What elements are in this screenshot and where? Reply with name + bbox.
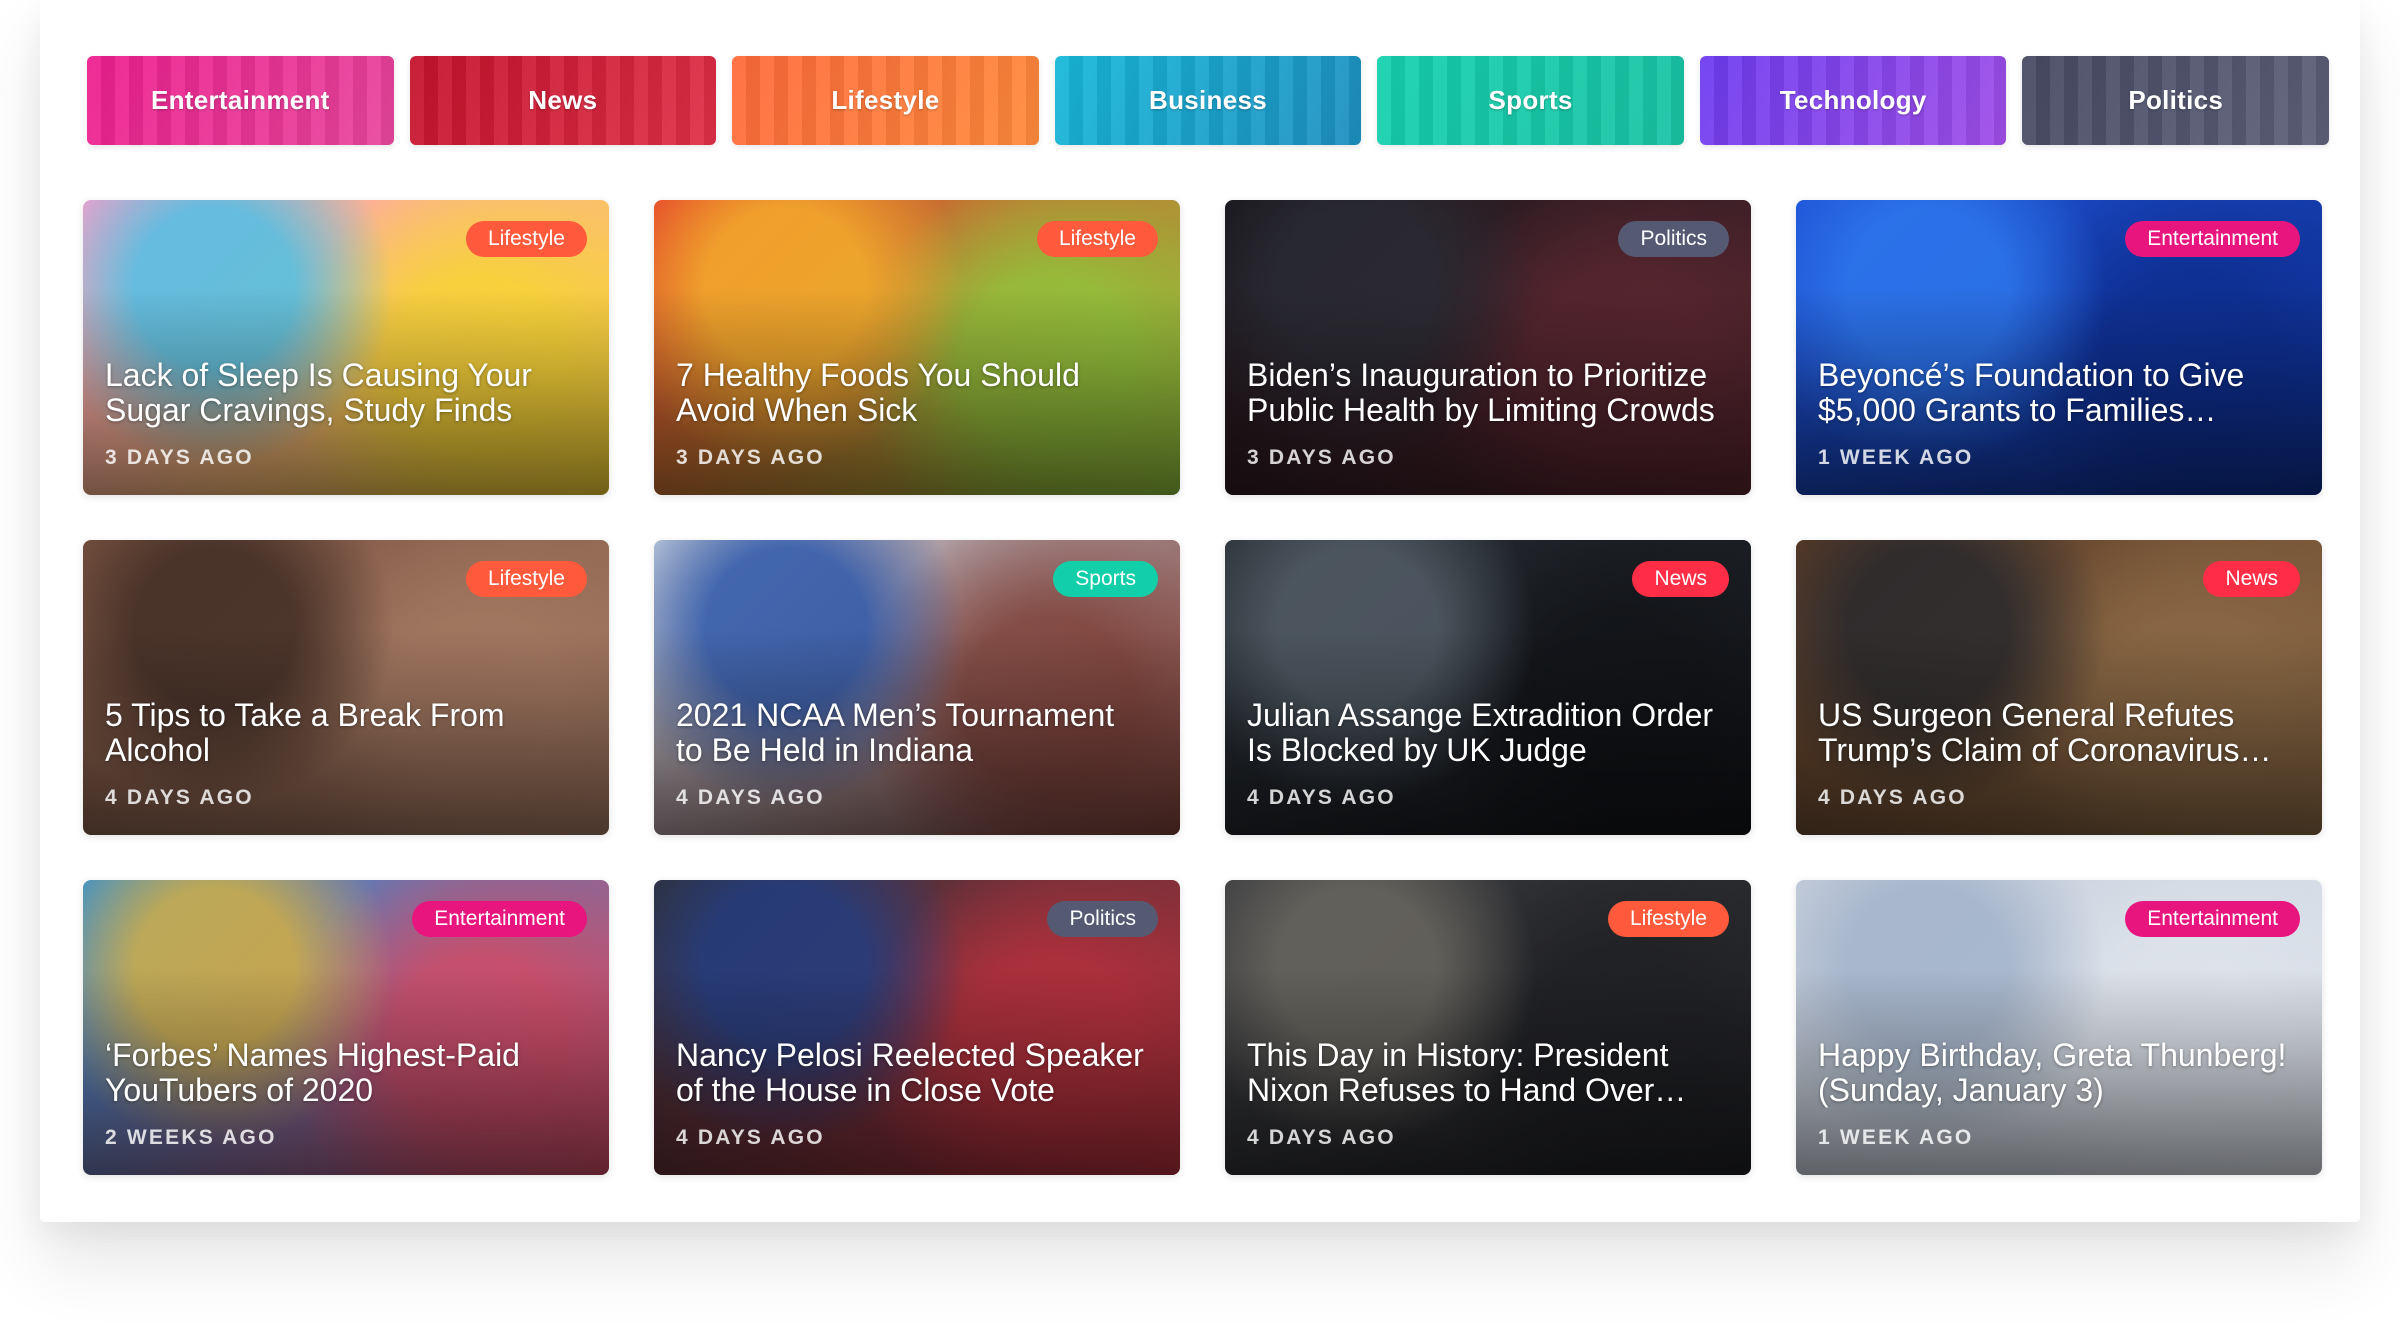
article-timestamp: 4 DAYS AGO — [1247, 1126, 1396, 1149]
article-timestamp: 3 DAYS AGO — [676, 446, 825, 469]
category-label: Business — [1149, 85, 1268, 115]
article-card[interactable]: Lifestyle Lack of Sleep Is Causing Your … — [83, 200, 609, 495]
article-title[interactable]: ‘Forbes’ Names Highest-Paid YouTubers of… — [105, 1038, 575, 1108]
article-title[interactable]: 2021 NCAA Men’s Tournament to Be Held in… — [676, 698, 1146, 768]
article-card[interactable]: Entertainment Happy Birthday, Greta Thun… — [1796, 880, 2322, 1175]
category-tag[interactable]: Lifestyle — [1036, 221, 1158, 257]
article-timestamp: 4 DAYS AGO — [105, 786, 254, 809]
article-timestamp: 1 WEEK AGO — [1818, 1126, 1974, 1149]
category-entertainment[interactable]: Entertainment — [87, 56, 394, 145]
article-card[interactable]: Entertainment Beyoncé’s Foundation to Gi… — [1796, 200, 2322, 495]
article-title[interactable]: Lack of Sleep Is Causing Your Sugar Crav… — [105, 358, 575, 428]
category-tag[interactable]: Lifestyle — [465, 561, 587, 597]
article-title[interactable]: 7 Healthy Foods You Should Avoid When Si… — [676, 358, 1146, 428]
article-timestamp: 4 DAYS AGO — [1247, 786, 1396, 809]
article-title[interactable]: US Surgeon General Refutes Trump’s Claim… — [1818, 698, 2288, 768]
article-timestamp: 2 WEEKS AGO — [105, 1126, 277, 1149]
category-tag[interactable]: Politics — [1618, 221, 1729, 257]
article-title[interactable]: Beyoncé’s Foundation to Give $5,000 Gran… — [1818, 358, 2288, 428]
category-tag[interactable]: Lifestyle — [465, 221, 587, 257]
article-card[interactable]: Lifestyle 7 Healthy Foods You Should Avo… — [654, 200, 1180, 495]
category-tag[interactable]: Lifestyle — [1607, 901, 1729, 937]
article-card[interactable]: Lifestyle 5 Tips to Take a Break From Al… — [83, 540, 609, 835]
article-title[interactable]: 5 Tips to Take a Break From Alcohol — [105, 698, 575, 768]
category-tag[interactable]: Entertainment — [412, 901, 587, 937]
article-timestamp: 4 DAYS AGO — [676, 1126, 825, 1149]
category-tag[interactable]: News — [2203, 561, 2300, 597]
article-timestamp: 1 WEEK AGO — [1818, 446, 1974, 469]
article-timestamp: 3 DAYS AGO — [105, 446, 254, 469]
category-tag[interactable]: Sports — [1053, 561, 1158, 597]
article-title[interactable]: This Day in History: President Nixon Ref… — [1247, 1038, 1717, 1108]
category-bar: Entertainment News Lifestyle Business Sp… — [87, 56, 2330, 145]
article-card[interactable]: Entertainment ‘Forbes’ Names Highest-Pai… — [83, 880, 609, 1175]
article-card[interactable]: Sports 2021 NCAA Men’s Tournament to Be … — [654, 540, 1180, 835]
category-label: Politics — [2128, 85, 2224, 115]
article-card[interactable]: News US Surgeon General Refutes Trump’s … — [1796, 540, 2322, 835]
category-lifestyle[interactable]: Lifestyle — [732, 56, 1039, 145]
category-business[interactable]: Business — [1054, 56, 1362, 145]
article-title[interactable]: Biden’s Inauguration to Prioritize Publi… — [1247, 358, 1717, 428]
article-timestamp: 4 DAYS AGO — [676, 786, 825, 809]
category-tag[interactable]: Politics — [1047, 901, 1158, 937]
article-timestamp: 3 DAYS AGO — [1247, 446, 1396, 469]
article-card[interactable]: News Julian Assange Extradition Order Is… — [1225, 540, 1751, 835]
category-technology[interactable]: Technology — [1699, 56, 2007, 145]
article-title[interactable]: Happy Birthday, Greta Thunberg! (Sunday,… — [1818, 1038, 2288, 1108]
category-label: Lifestyle — [831, 85, 940, 115]
article-card[interactable]: Politics Biden’s Inauguration to Priorit… — [1225, 200, 1751, 495]
article-timestamp: 4 DAYS AGO — [1818, 786, 1967, 809]
category-tag[interactable]: Entertainment — [2125, 901, 2300, 937]
category-tag[interactable]: Entertainment — [2125, 221, 2300, 257]
category-label: News — [528, 85, 598, 115]
article-card[interactable]: Politics Nancy Pelosi Reelected Speaker … — [654, 880, 1180, 1175]
category-sports[interactable]: Sports — [1377, 56, 1684, 145]
category-label: Sports — [1488, 85, 1573, 115]
category-news[interactable]: News — [409, 56, 717, 145]
category-label: Technology — [1779, 85, 1927, 115]
category-label: Entertainment — [150, 85, 330, 115]
category-politics[interactable]: Politics — [2022, 56, 2330, 145]
article-title[interactable]: Julian Assange Extradition Order Is Bloc… — [1247, 698, 1717, 768]
article-card[interactable]: Lifestyle This Day in History: President… — [1225, 880, 1751, 1175]
category-tag[interactable]: News — [1632, 561, 1729, 597]
article-title[interactable]: Nancy Pelosi Reelected Speaker of the Ho… — [676, 1038, 1146, 1108]
